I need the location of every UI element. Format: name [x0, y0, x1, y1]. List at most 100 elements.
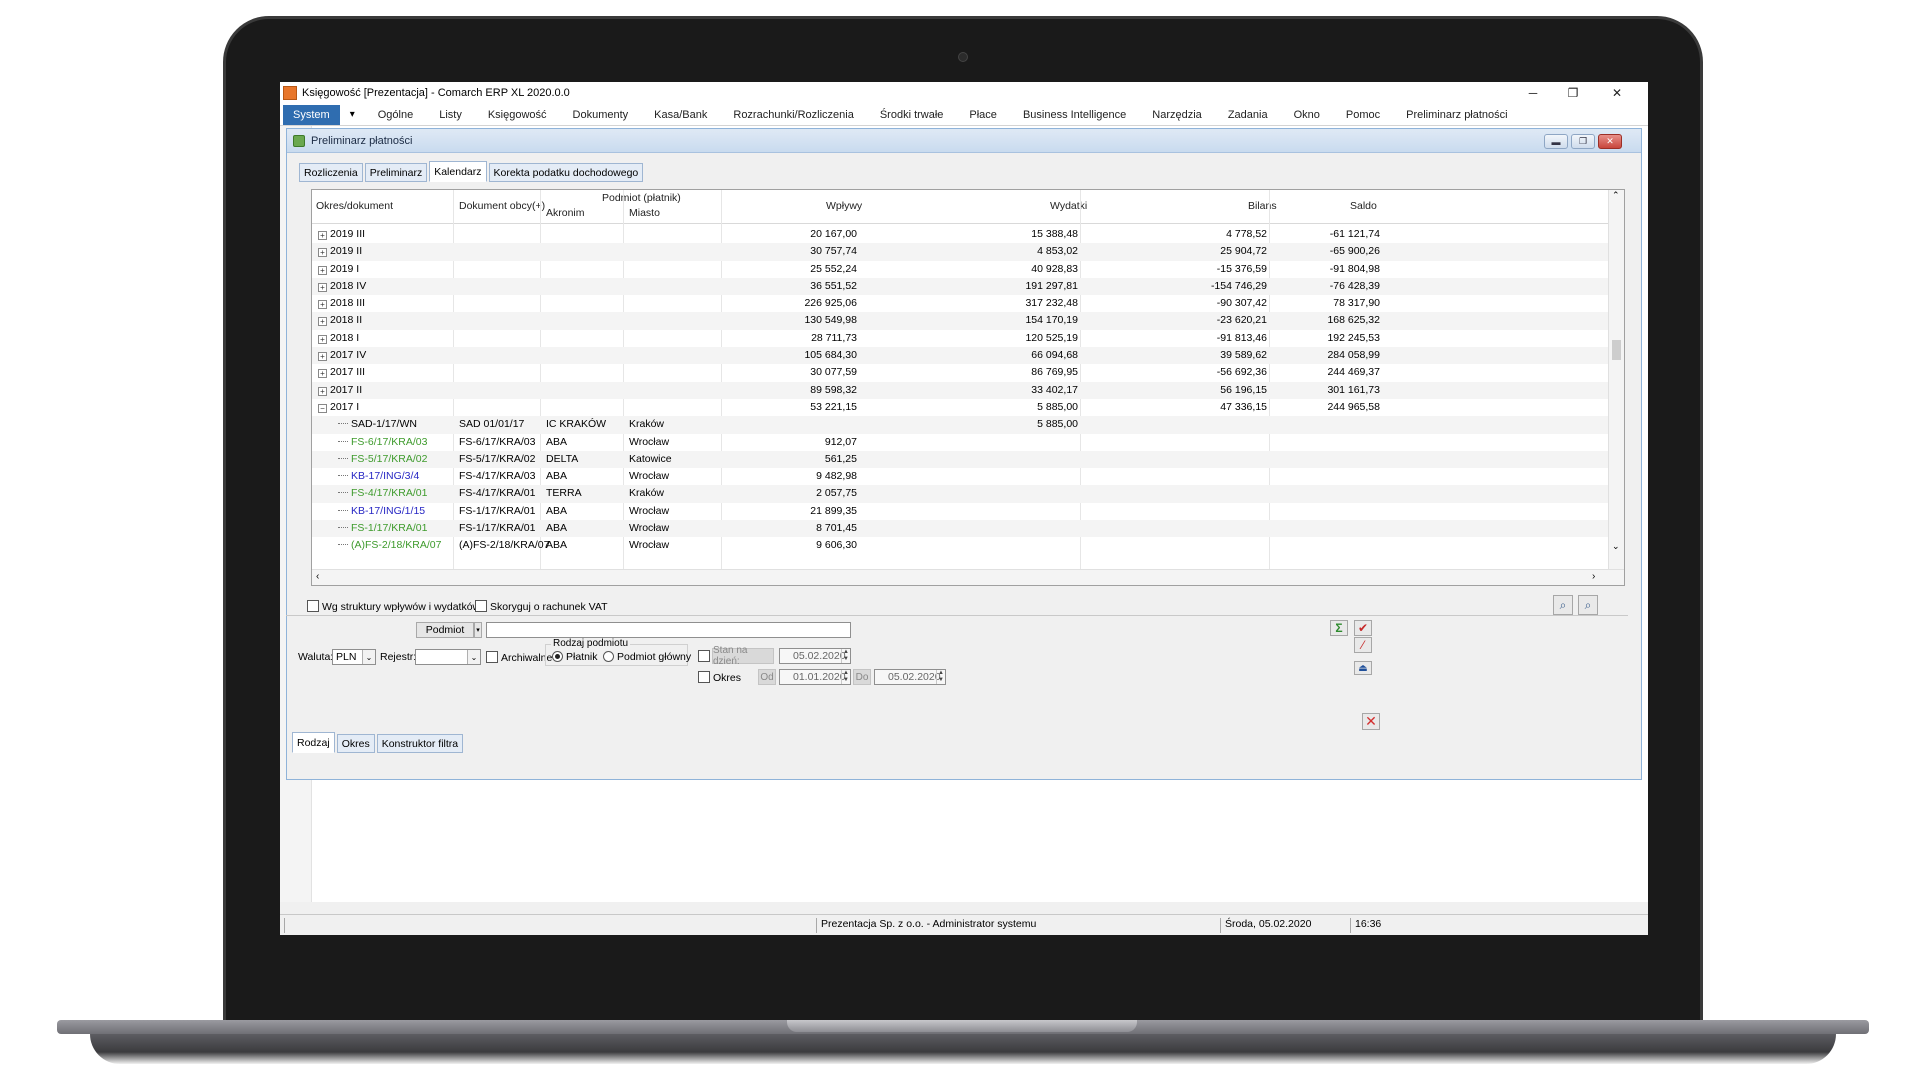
document-label[interactable]: FS-1/17/KRA/01	[338, 522, 427, 534]
table-row[interactable]: +2018 I 28 711,73 120 525,19 -91 813,46 192 …	[312, 330, 1610, 347]
menu-zadania[interactable]: Zadania	[1215, 109, 1281, 121]
document-label[interactable]: FS-5/17/KRA/02	[338, 453, 427, 465]
table-row[interactable]: +2018 III 226 925,06 317 232,48 -90 307,42 7…	[312, 295, 1610, 312]
document-label[interactable]: KB-17/ING/1/15	[338, 505, 425, 517]
table-row[interactable]: KB-17/ING/1/15 FS-1/17/KRA/01 ABA Wrocław 21…	[312, 503, 1610, 520]
maximize-button[interactable]: ❐	[1550, 82, 1596, 104]
table-row[interactable]: FS-1/17/KRA/01 FS-1/17/KRA/01 ABA Wrocław 8 …	[312, 520, 1610, 538]
expand-icon[interactable]: +	[318, 265, 327, 275]
zoom-out-icon[interactable]: ⌕	[1578, 595, 1598, 615]
do-date-spinner[interactable]: ▲ ▼	[936, 670, 945, 684]
opt-skoryguj[interactable]: Skoryguj o rachunek VAT	[475, 600, 608, 613]
waluta-dropdown-icon[interactable]: ⌄	[362, 650, 375, 664]
tab-okres[interactable]: Okres	[336, 734, 375, 753]
table-row[interactable]: +2017 IV 105 684,30 66 094,68 39 589,62 284 …	[312, 347, 1610, 365]
menu-rozrachunki[interactable]: Rozrachunki/Rozliczenia	[720, 109, 866, 121]
tab-preliminarz[interactable]: Preliminarz	[364, 163, 428, 182]
tab-konstruktor-filtra[interactable]: Konstruktor filtra	[376, 734, 464, 753]
expand-icon[interactable]: +	[318, 317, 327, 327]
calendar-grid[interactable]: Okres/dokument Dokument obcy(+) Podmiot …	[311, 189, 1625, 586]
zoom-in-icon[interactable]: ⌕	[1553, 595, 1573, 615]
scroll-thumb[interactable]	[1612, 340, 1621, 360]
table-row[interactable]: (A)FS-2/18/KRA/07 (A)FS-2/18/KRA/07 ABA Wro…	[312, 537, 1610, 554]
menu-business-intelligence[interactable]: Business Intelligence	[1010, 109, 1139, 121]
menu-ogolne[interactable]: Ogólne	[365, 109, 426, 121]
table-row[interactable]: −2017 I 53 221,15 5 885,00 47 336,15 244 965…	[312, 399, 1610, 416]
close-button[interactable]: ✕	[1594, 82, 1640, 104]
podmiot-glowny-radio[interactable]	[603, 651, 614, 662]
wg-struktury-checkbox[interactable]	[307, 600, 319, 612]
document-label[interactable]: (A)FS-2/18/KRA/07	[338, 539, 441, 551]
table-row[interactable]: +2018 IV 36 551,52 191 297,81 -154 746,29 -7…	[312, 277, 1610, 296]
quick-access-icon[interactable]: ▾	[340, 109, 365, 120]
table-row[interactable]: +2019 III 20 167,00 15 388,48 4 778,52 -61 1…	[312, 226, 1610, 243]
do-date-input[interactable]: 05.02.2020 ▲ ▼	[874, 669, 946, 685]
od-date-spinner[interactable]: ▲ ▼	[841, 670, 850, 684]
stan-na-dzien-option[interactable]	[698, 650, 713, 663]
child-maximize-button[interactable]: ❐	[1571, 134, 1595, 149]
expand-icon[interactable]: +	[318, 300, 327, 310]
menu-pomoc[interactable]: Pomoc	[1333, 109, 1393, 121]
header-akronim[interactable]: Akronim	[546, 207, 585, 219]
platnik-radio[interactable]	[552, 651, 563, 662]
menu-okno[interactable]: Okno	[1281, 109, 1333, 121]
menu-narzedzia[interactable]: Narzędzia	[1139, 109, 1215, 121]
menu-dokumenty[interactable]: Dokumenty	[560, 109, 642, 121]
menu-listy[interactable]: Listy	[426, 109, 475, 121]
expand-icon[interactable]: +	[318, 282, 327, 292]
grid-vertical-scrollbar[interactable]: ⌃ ⌄	[1608, 190, 1624, 570]
podmiot-dropdown-icon[interactable]: ▾	[474, 622, 482, 638]
document-label[interactable]: SAD-1/17/WN	[338, 418, 417, 430]
podmiot-button[interactable]: Podmiot	[416, 622, 474, 638]
skoryguj-checkbox[interactable]	[475, 600, 487, 612]
expand-icon[interactable]: +	[318, 386, 327, 396]
document-label[interactable]: FS-6/17/KRA/03	[338, 436, 427, 448]
header-saldo[interactable]: Saldo	[1350, 200, 1377, 212]
stan-date-spinner[interactable]: ▲ ▼	[841, 649, 850, 663]
header-okres[interactable]: Okres/dokument	[316, 200, 393, 212]
sum-icon[interactable]: Σ	[1330, 620, 1348, 636]
rejestr-select[interactable]: ⌄	[415, 649, 481, 665]
archiwalne-option[interactable]: Archiwalne	[486, 651, 552, 664]
table-row[interactable]: SAD-1/17/WN SAD 01/01/17 IC KRAKÓW Kraków 5 …	[312, 416, 1610, 434]
rejestr-dropdown-icon[interactable]: ⌄	[467, 650, 480, 664]
tab-korekta-podatku[interactable]: Korekta podatku dochodowego	[488, 163, 644, 182]
header-wplywy[interactable]: Wpływy	[826, 200, 862, 212]
expand-icon[interactable]: +	[318, 352, 327, 362]
menu-srodki-trwale[interactable]: Środki trwałe	[867, 109, 957, 121]
child-close-button[interactable]: ✕	[1598, 134, 1622, 149]
podmiot-glowny-option[interactable]: Podmiot główny	[603, 651, 691, 663]
waluta-select[interactable]: PLN ⌄	[332, 649, 376, 665]
expand-icon[interactable]: +	[318, 369, 327, 379]
expand-icon[interactable]: +	[318, 248, 327, 258]
expand-icon[interactable]: +	[318, 334, 327, 344]
stan-na-dzien-checkbox[interactable]	[698, 650, 710, 662]
scroll-down-icon[interactable]: ⌄	[1612, 541, 1620, 552]
table-row[interactable]: +2017 III 30 077,59 86 769,95 -56 692,36 244…	[312, 364, 1610, 381]
menu-ksiegowosc[interactable]: Księgowość	[475, 109, 560, 121]
document-label[interactable]: KB-17/ING/3/4	[338, 470, 419, 482]
menu-kasa-bank[interactable]: Kasa/Bank	[641, 109, 720, 121]
header-miasto[interactable]: Miasto	[629, 207, 660, 219]
clear-filter-icon[interactable]: ⁄	[1354, 637, 1372, 653]
table-row[interactable]: +2017 II 89 598,32 33 402,17 56 196,15 301 1…	[312, 381, 1610, 399]
collapse-icon[interactable]: −	[318, 403, 327, 413]
table-row[interactable]: FS-6/17/KRA/03 FS-6/17/KRA/03 ABA Wrocław 91…	[312, 434, 1610, 451]
menu-system[interactable]: System	[283, 104, 340, 125]
podmiot-input[interactable]	[486, 622, 851, 638]
table-row[interactable]: FS-4/17/KRA/01 FS-4/17/KRA/01 TERRA Kraków 2…	[312, 485, 1610, 503]
tab-rozliczenia[interactable]: Rozliczenia	[299, 163, 363, 182]
child-minimize-button[interactable]: ▬	[1544, 134, 1568, 149]
confirm-icon[interactable]: ✔	[1354, 620, 1372, 636]
archiwalne-checkbox[interactable]	[486, 651, 498, 663]
scroll-up-icon[interactable]: ⌃	[1612, 190, 1620, 201]
platnik-option[interactable]: Płatnik	[552, 651, 598, 663]
table-row[interactable]: +2018 II 130 549,98 154 170,19 -23 620,21 16…	[312, 312, 1610, 330]
okres-checkbox[interactable]	[698, 671, 710, 683]
header-dokument-obcy[interactable]: Dokument obcy(+)	[459, 200, 545, 212]
cancel-icon[interactable]: ✕	[1362, 713, 1380, 730]
header-wydatki[interactable]: Wydatki	[1050, 200, 1087, 212]
table-row[interactable]: FS-5/17/KRA/02 FS-5/17/KRA/02 DELTA Katowic…	[312, 450, 1610, 469]
expand-icon[interactable]: +	[318, 231, 327, 240]
table-row[interactable]: KB-17/ING/3/4 FS-4/17/KRA/03 ABA Wrocław 9 4…	[312, 468, 1610, 485]
